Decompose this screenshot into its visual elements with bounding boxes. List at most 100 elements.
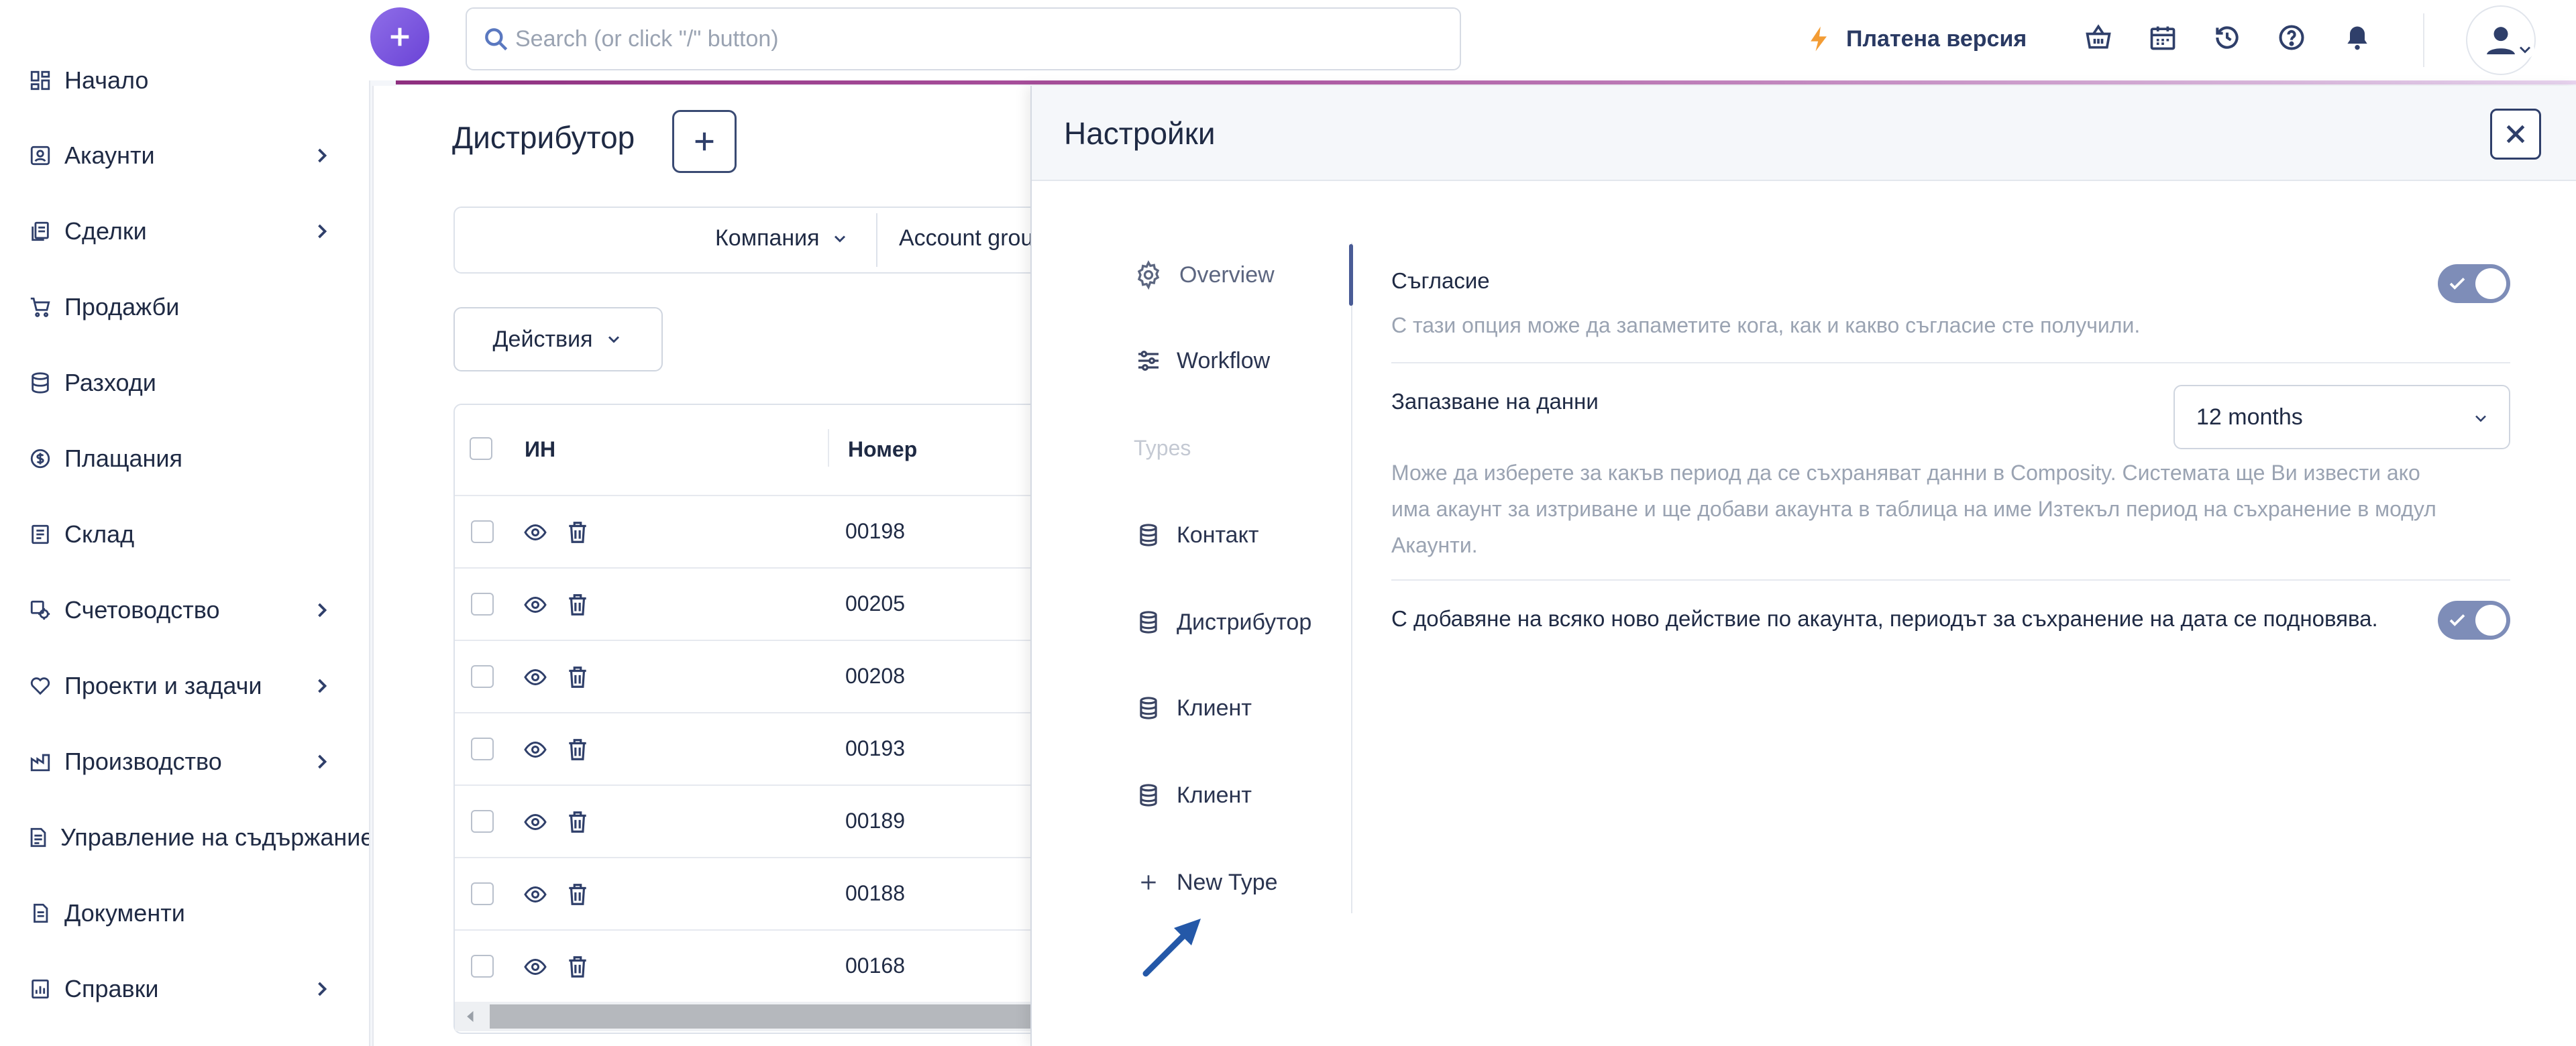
chevron-down-icon xyxy=(2475,415,2486,422)
search-placeholder: Search (or click "/" button) xyxy=(515,25,779,52)
plan-label: Платена версия xyxy=(1846,25,2027,52)
documents-icon xyxy=(27,218,54,245)
trash-icon[interactable] xyxy=(565,881,590,908)
bell-icon[interactable] xyxy=(2339,19,2376,56)
sidebar-item-warehouse[interactable]: Склад xyxy=(27,508,362,561)
row-checkbox[interactable] xyxy=(471,593,494,616)
search-icon xyxy=(485,28,508,51)
row-checkbox[interactable] xyxy=(471,810,494,833)
sidebar-item-documents[interactable]: Документи xyxy=(27,886,362,940)
sidebar-item-accounting[interactable]: Счетоводство xyxy=(27,583,362,637)
lightning-icon xyxy=(1811,26,1827,52)
database-icon xyxy=(1132,519,1165,551)
sidebar: Начало Акаунти Сделки Продажби Разходи П… xyxy=(0,0,370,1046)
consent-toggle[interactable] xyxy=(2438,264,2510,303)
trash-icon[interactable] xyxy=(565,736,590,763)
eye-icon[interactable] xyxy=(522,882,549,907)
settings-nav-overview[interactable]: Overview xyxy=(1132,259,1275,291)
settings-nav-type-distributor[interactable]: Дистрибутор xyxy=(1132,606,1311,638)
eye-icon[interactable] xyxy=(522,520,549,544)
user-avatar-button[interactable] xyxy=(2466,5,2536,75)
sidebar-item-label: Начало xyxy=(64,66,149,94)
settings-divider xyxy=(1391,362,2510,363)
settings-nav-label: Дистрибутор xyxy=(1177,609,1312,635)
sidebar-item-deals[interactable]: Сделки xyxy=(27,205,362,258)
quick-add-button[interactable] xyxy=(370,7,429,66)
database-icon xyxy=(27,369,54,396)
help-icon[interactable] xyxy=(2273,19,2310,56)
chevron-down-icon xyxy=(2516,40,2534,59)
retention-description-line: Акаунти. xyxy=(1391,533,1478,557)
renew-toggle[interactable] xyxy=(2438,601,2510,640)
settings-nav-workflow[interactable]: Workflow xyxy=(1132,345,1270,377)
account-group-filter[interactable]: Account grou xyxy=(899,225,1033,251)
trash-icon[interactable] xyxy=(565,519,590,546)
settings-nav-label: Workflow xyxy=(1177,347,1271,373)
eye-icon[interactable] xyxy=(522,738,549,762)
report-icon xyxy=(27,976,54,1002)
select-all-checkbox[interactable] xyxy=(470,437,492,460)
eye-icon[interactable] xyxy=(522,955,549,979)
eye-icon[interactable] xyxy=(522,593,549,617)
company-filter[interactable]: Компания xyxy=(715,225,849,251)
sidebar-item-payments[interactable]: Плащания xyxy=(27,432,362,485)
renew-label: С добавяне на всяко ново действие по ака… xyxy=(1391,606,2378,631)
settings-nav-type-client-2[interactable]: Клиент xyxy=(1132,779,1252,811)
settings-title: Настройки xyxy=(1064,116,1216,151)
sidebar-item-label: Производство xyxy=(64,748,222,775)
sidebar-item-label: Акаунти xyxy=(64,141,155,169)
settings-nav-type-contact[interactable]: Контакт xyxy=(1132,519,1258,551)
sliders-icon xyxy=(1132,345,1165,377)
row-number: 00189 xyxy=(845,809,905,833)
toggle-knob xyxy=(2475,268,2506,299)
add-record-button[interactable] xyxy=(672,110,737,173)
column-divider[interactable] xyxy=(828,429,829,467)
settings-nav-label: Клиент xyxy=(1177,782,1252,808)
chevron-right-icon xyxy=(318,679,327,693)
row-checkbox[interactable] xyxy=(471,882,494,905)
retention-value: 12 months xyxy=(2196,404,2303,430)
history-icon[interactable] xyxy=(2208,19,2246,56)
sidebar-item-content-management[interactable]: Управление на съдържание xyxy=(27,811,369,864)
paid-plan-link[interactable]: Платена версия xyxy=(1805,20,2027,58)
column-header-id[interactable]: ИН xyxy=(525,437,555,462)
eye-icon[interactable] xyxy=(522,665,549,689)
content-doc-icon xyxy=(27,824,50,851)
row-checkbox[interactable] xyxy=(471,520,494,543)
row-number: 00168 xyxy=(845,953,905,978)
column-header-number[interactable]: Номер xyxy=(848,437,917,462)
basket-icon[interactable] xyxy=(2080,19,2117,56)
sidebar-item-projects[interactable]: Проекти и задачи xyxy=(27,659,362,713)
close-icon xyxy=(2506,125,2525,143)
sidebar-item-expenses[interactable]: Разходи xyxy=(27,356,362,410)
close-button[interactable] xyxy=(2490,109,2541,160)
trash-icon[interactable] xyxy=(565,953,590,980)
sidebar-item-accounts[interactable]: Акаунти xyxy=(27,129,362,182)
sidebar-item-sales[interactable]: Продажби xyxy=(27,280,362,334)
trash-icon[interactable] xyxy=(565,591,590,618)
chevron-down-icon xyxy=(834,235,845,243)
actions-dropdown[interactable]: Действия xyxy=(453,307,663,371)
settings-nav-active-indicator xyxy=(1349,244,1353,306)
consent-description: С тази опция може да запаметите кога, ка… xyxy=(1391,313,2141,337)
row-checkbox[interactable] xyxy=(471,955,494,978)
retention-period-select[interactable]: 12 months xyxy=(2174,385,2510,449)
trash-icon[interactable] xyxy=(565,664,590,691)
row-checkbox[interactable] xyxy=(471,665,494,688)
trash-icon[interactable] xyxy=(565,809,590,835)
sidebar-item-home[interactable]: Начало xyxy=(27,54,362,107)
contact-card-icon xyxy=(27,142,54,169)
sidebar-item-reports[interactable]: Справки xyxy=(27,962,362,1016)
row-checkbox[interactable] xyxy=(471,738,494,760)
chevron-right-icon xyxy=(318,754,327,769)
new-type-button[interactable]: New Type xyxy=(1132,866,1278,898)
eye-icon[interactable] xyxy=(522,810,549,834)
sidebar-item-label: Проекти и задачи xyxy=(64,672,262,699)
scroll-left-icon[interactable] xyxy=(462,1007,480,1026)
sidebar-item-production[interactable]: Производство xyxy=(27,735,362,789)
settings-nav-type-client[interactable]: Клиент xyxy=(1132,692,1252,724)
sidebar-item-label: Счетоводство xyxy=(64,596,220,624)
calendar-icon[interactable] xyxy=(2144,19,2182,56)
search-input[interactable]: Search (or click "/" button) xyxy=(466,7,1461,70)
database-icon xyxy=(1132,606,1165,638)
